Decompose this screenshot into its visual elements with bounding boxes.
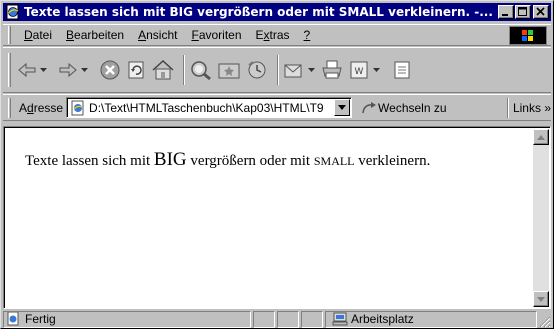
menu-label: earbeiten [74, 28, 125, 42]
vertical-scrollbar[interactable] [533, 129, 549, 307]
status-panel [277, 310, 299, 328]
status-panel [301, 310, 323, 328]
browser-window: Texte lassen sich mit BIG vergrößern ode… [0, 0, 554, 329]
address-label: Adresse [19, 100, 64, 115]
page-status-icon [7, 312, 19, 326]
close-button[interactable] [533, 5, 549, 19]
menu-extras[interactable]: Extras [249, 28, 297, 42]
edit-icon: W [350, 61, 368, 79]
toolbar-separator [183, 55, 185, 85]
arrow-down-icon [537, 296, 545, 302]
back-icon [18, 62, 36, 78]
print-button[interactable] [320, 54, 344, 86]
menu-accel: F [191, 28, 199, 42]
menu-label: atei [32, 28, 53, 42]
address-value: D:\Text\HTMLTaschenbuch\Kap03\HTML\T9 [89, 100, 324, 115]
maximize-button[interactable] [515, 5, 531, 19]
small-text: SMALL [313, 154, 355, 168]
address-dropdown-button[interactable] [334, 99, 351, 116]
go-label: Wechseln zu [378, 100, 447, 115]
menu-label: E [255, 28, 264, 42]
links-separator [506, 97, 509, 118]
mail-button[interactable] [283, 54, 316, 86]
links-button[interactable]: Links » [501, 97, 551, 118]
toolbar-grip[interactable] [8, 53, 11, 87]
home-button[interactable] [151, 54, 175, 86]
address-input[interactable]: D:\Text\HTMLTaschenbuch\Kap03\HTML\T9 [66, 97, 353, 118]
status-panel [253, 310, 275, 328]
back-dropdown-icon[interactable] [40, 65, 48, 75]
minimize-button[interactable] [498, 5, 514, 19]
status-bar: Fertig Arbeitsplatz [3, 310, 551, 328]
discuss-icon [394, 61, 410, 79]
menu-help[interactable]: ? [297, 28, 318, 42]
status-panel-main: Fertig [3, 310, 251, 328]
go-arrow-icon [362, 101, 377, 113]
menu-accel: D [24, 28, 33, 42]
back-button[interactable] [17, 54, 48, 86]
menu-label: tras [269, 28, 290, 42]
links-label: Links » [512, 100, 551, 115]
scroll-up-button[interactable] [533, 129, 549, 145]
menu-accel: B [66, 28, 75, 42]
edit-button[interactable]: W [348, 54, 381, 86]
go-button[interactable]: Wechseln zu [360, 100, 447, 116]
stop-button[interactable] [99, 54, 121, 86]
mail-dropdown-icon[interactable] [308, 65, 316, 75]
chevron-down-icon [338, 105, 347, 110]
print-icon [322, 60, 342, 79]
status-text: Fertig [25, 312, 56, 326]
mail-icon [284, 64, 302, 78]
edit-dropdown-icon[interactable] [373, 65, 381, 75]
stop-icon [100, 60, 120, 80]
favorites-button[interactable] [217, 54, 241, 86]
menu-label: nsicht [146, 28, 178, 42]
address-bar: Adresse D:\Text\HTMLTaschenbuch\Kap03\HT… [3, 94, 551, 121]
forward-icon [59, 62, 77, 78]
menu-bearbeiten[interactable]: Bearbeiten [59, 28, 131, 42]
favorites-icon [218, 63, 240, 79]
menu-bar: Datei Bearbeiten Ansicht Favoriten Extra… [3, 24, 551, 46]
big-text: BIG [153, 149, 187, 170]
menu-ansicht[interactable]: Ansicht [131, 28, 184, 42]
svg-text:W: W [355, 67, 364, 77]
history-icon [248, 61, 266, 79]
menu-favoriten[interactable]: Favoriten [184, 28, 248, 42]
home-icon [152, 59, 174, 80]
resize-grip-icon[interactable] [537, 314, 551, 328]
address-grip[interactable] [8, 97, 11, 118]
arrow-up-icon [537, 134, 545, 140]
forward-button[interactable] [58, 54, 89, 86]
menu-label: avoriten [198, 28, 242, 42]
zone-text: Arbeitsplatz [351, 312, 414, 326]
windows-logo-icon [509, 26, 547, 45]
title-bar[interactable]: Texte lassen sich mit BIG vergrößern ode… [3, 3, 551, 21]
document-text: Texte lassen sich mit BIG vergrößern ode… [25, 149, 431, 170]
forward-dropdown-icon[interactable] [81, 65, 89, 75]
refresh-icon [128, 61, 144, 79]
discuss-button[interactable] [391, 54, 413, 86]
scroll-down-button[interactable] [533, 291, 549, 307]
page-icon [69, 100, 87, 116]
computer-icon [332, 312, 348, 326]
menu-bar-grip[interactable] [8, 26, 11, 44]
status-zone-panel: Arbeitsplatz [325, 310, 537, 328]
standard-toolbar: W [3, 47, 551, 93]
menu-accel: A [138, 28, 147, 42]
window-title: Texte lassen sich mit BIG vergrößern ode… [24, 5, 493, 19]
menu-datei[interactable]: Datei [17, 28, 59, 42]
search-icon [191, 61, 211, 81]
close-icon [536, 7, 545, 16]
ie-page-icon [5, 4, 21, 20]
maximize-icon [518, 7, 527, 16]
minimize-icon [502, 14, 508, 16]
document-area[interactable]: Texte lassen sich mit BIG vergrößern ode… [3, 126, 551, 309]
refresh-button[interactable] [125, 54, 147, 86]
search-button[interactable] [189, 54, 213, 86]
toolbar-separator [277, 55, 279, 85]
history-button[interactable] [245, 54, 269, 86]
menu-accel: ? [303, 28, 311, 42]
